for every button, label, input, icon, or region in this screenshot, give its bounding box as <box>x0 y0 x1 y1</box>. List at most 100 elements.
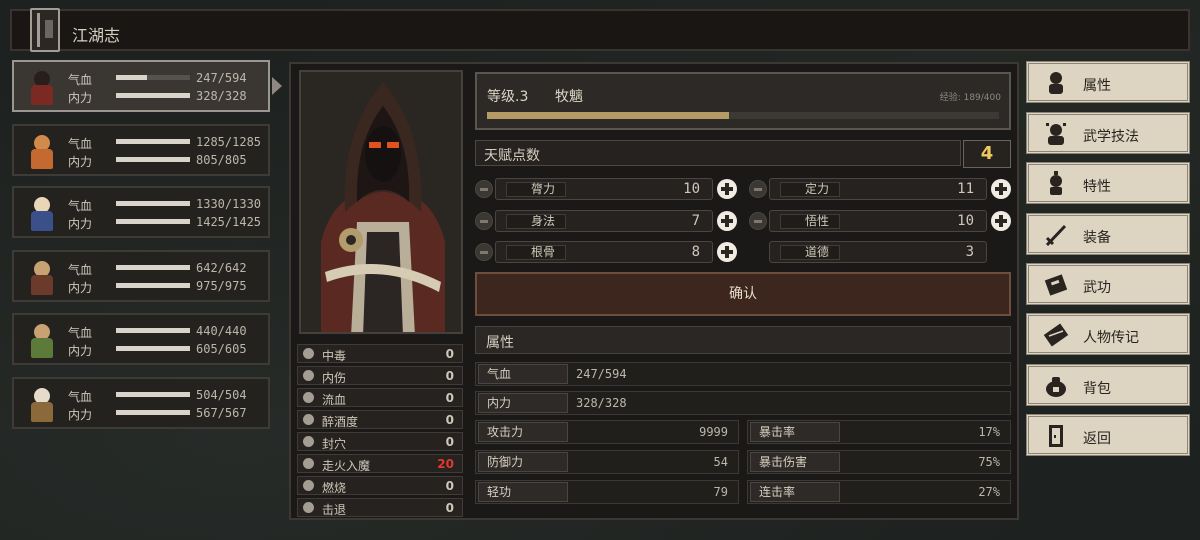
menu-button[interactable]: 特性 <box>1026 162 1190 204</box>
menu-button[interactable]: 属性 <box>1026 61 1190 103</box>
menu-button[interactable]: 武学技法 <box>1026 112 1190 154</box>
bag-icon <box>1043 373 1069 399</box>
mp-label: 内力 <box>478 393 568 413</box>
mp-bar-fill <box>116 219 190 224</box>
attribute-name: 悟性 <box>780 214 840 229</box>
mp-row: 内力 328/328 <box>475 391 1011 415</box>
decrease-left-1-button[interactable] <box>475 212 493 230</box>
mp-label: 内力 <box>68 155 93 169</box>
status-value: 0 <box>445 435 454 449</box>
level-panel: 等级.3 牧魑 经验: 189/400 <box>475 72 1011 130</box>
stat-row: 轻功 79 <box>475 480 739 504</box>
increase-left-2-button[interactable] <box>717 242 737 262</box>
hp-label: 气血 <box>68 199 93 213</box>
stat-row: 连击率 27% <box>747 480 1011 504</box>
roster-card[interactable]: 气血 1285/1285 内力 805/805 <box>12 124 270 176</box>
menu-label: 装备 <box>1083 230 1111 246</box>
status-icon <box>303 502 314 513</box>
attribute-value: 11 <box>957 181 974 197</box>
decrease-right-1-button[interactable] <box>749 212 767 230</box>
properties-header: 属性 <box>475 326 1011 354</box>
status-value: 0 <box>445 479 454 493</box>
decrease-left-0-button[interactable] <box>475 180 493 198</box>
menu-label: 武功 <box>1083 280 1111 296</box>
menu-button[interactable]: 背包 <box>1026 364 1190 406</box>
mp-value: 975/975 <box>196 279 247 293</box>
status-row: 走火入魔 20 <box>297 454 463 473</box>
roster-card[interactable]: 气血 642/642 内力 975/975 <box>12 250 270 302</box>
increase-right-0-button[interactable] <box>991 179 1011 199</box>
mp-bar <box>116 157 190 162</box>
stat-label: 攻击力 <box>478 422 568 442</box>
hp-bar <box>116 201 190 206</box>
attribute-value: 3 <box>965 244 974 260</box>
hp-bar-fill <box>116 392 190 397</box>
stat-label: 防御力 <box>478 452 568 472</box>
avatar-body <box>31 211 53 231</box>
hp-bar-fill <box>116 139 190 144</box>
stat-label: 暴击率 <box>750 422 840 442</box>
roster-card[interactable]: 气血 440/440 内力 605/605 <box>12 313 270 365</box>
status-icon <box>303 458 314 469</box>
attribute-value: 10 <box>683 181 700 197</box>
menu-button[interactable]: 武功 <box>1026 263 1190 305</box>
menu-button[interactable]: 返回 <box>1026 414 1190 456</box>
mp-bar-fill <box>116 157 190 162</box>
hp-bar <box>116 139 190 144</box>
confirm-button[interactable]: 确认 <box>475 272 1011 316</box>
character-portrait <box>299 70 463 334</box>
stat-label: 暴击伤害 <box>750 452 840 472</box>
window-title: 江湖志 <box>72 26 121 45</box>
hp-bar <box>116 75 190 80</box>
mp-value: 328/328 <box>196 89 247 103</box>
mp-value: 1425/1425 <box>196 215 262 229</box>
increase-right-1-button[interactable] <box>991 211 1011 231</box>
menu-label: 武学技法 <box>1083 129 1139 145</box>
attribute-field: 身法 7 <box>495 210 713 232</box>
status-row: 内伤 0 <box>297 366 463 385</box>
hp-value: 642/642 <box>196 261 247 275</box>
attribute-name: 身法 <box>506 214 566 229</box>
stat-row: 攻击力 9999 <box>475 420 739 444</box>
mp-bar <box>116 283 190 288</box>
status-icon <box>303 370 314 381</box>
manual-icon <box>1043 272 1069 298</box>
decrease-left-2-button[interactable] <box>475 243 493 261</box>
mp-bar-fill <box>116 346 190 351</box>
mp-bar-fill <box>116 283 190 288</box>
menu-button[interactable]: 装备 <box>1026 213 1190 255</box>
menu-label: 人物传记 <box>1083 330 1139 346</box>
increase-left-1-button[interactable] <box>717 211 737 231</box>
character-avatar <box>22 318 62 360</box>
menu-button[interactable]: 人物传记 <box>1026 313 1190 355</box>
stat-value: 17% <box>978 425 1000 439</box>
decrease-right-0-button[interactable] <box>749 180 767 198</box>
stat-value: 75% <box>978 455 1000 469</box>
person-icon <box>1043 70 1069 96</box>
exp-text: 经验: 189/400 <box>939 93 1001 103</box>
character-avatar <box>22 129 62 171</box>
status-icon <box>303 414 314 425</box>
attribute-name: 道德 <box>780 245 840 260</box>
hp-bar <box>116 328 190 333</box>
mp-bar <box>116 410 190 415</box>
mp-bar-fill <box>116 93 190 98</box>
hp-value: 1285/1285 <box>196 135 262 149</box>
roster-card[interactable]: 气血 1330/1330 内力 1425/1425 <box>12 186 270 238</box>
trait-icon <box>1043 171 1069 197</box>
increase-left-0-button[interactable] <box>717 179 737 199</box>
status-name: 燃烧 <box>322 481 347 495</box>
roster-card[interactable]: 气血 247/594 内力 328/328 <box>12 60 282 112</box>
character-avatar <box>22 191 62 233</box>
hp-bar-fill <box>116 328 190 333</box>
character-panel: 中毒 0 内伤 0 流血 0 醉酒度 0 封穴 0 走火入魔 20 燃烧 0 击退 0 等级.3 牧魑 经验:… <box>289 62 1019 520</box>
hp-value: 247/594 <box>196 71 247 85</box>
roster-card[interactable]: 气血 504/504 内力 567/567 <box>12 377 270 429</box>
attribute-value: 10 <box>957 213 974 229</box>
mp-label: 内力 <box>68 281 93 295</box>
hp-bar-fill <box>116 265 190 270</box>
stat-value: 9999 <box>699 425 728 439</box>
status-value: 0 <box>445 413 454 427</box>
hp-label: 气血 <box>68 137 93 151</box>
menu-label: 属性 <box>1083 78 1111 94</box>
